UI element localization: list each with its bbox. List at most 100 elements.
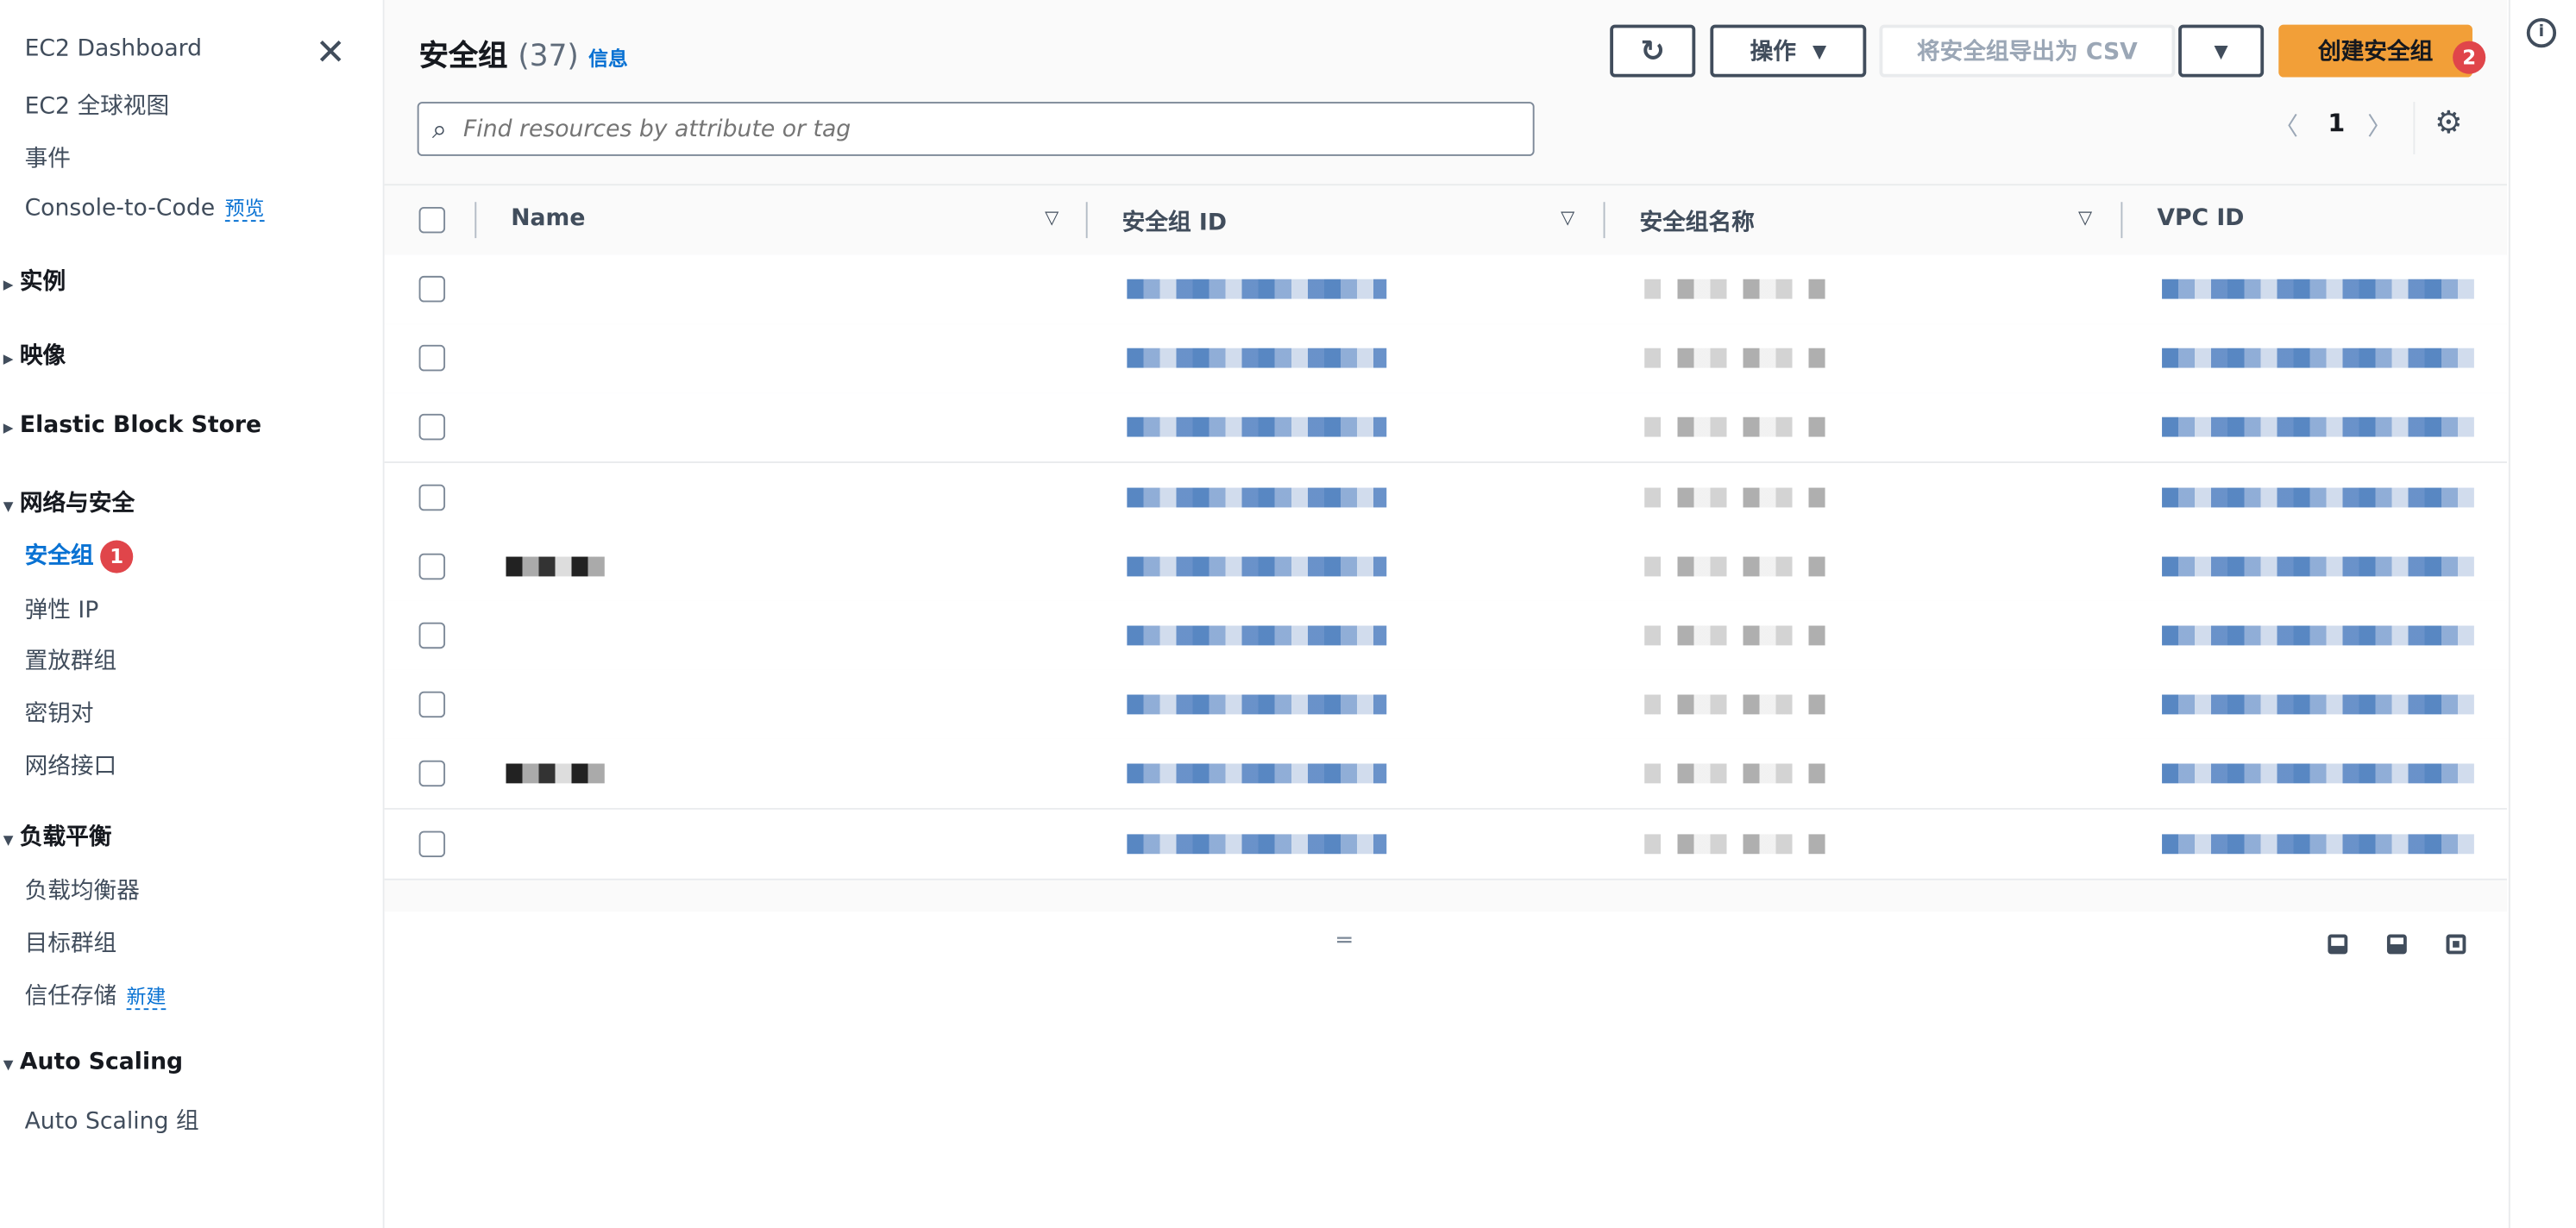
column-name[interactable]: Name xyxy=(511,205,585,231)
create-security-group-button[interactable]: 创建安全组 xyxy=(2278,24,2472,78)
sidebar-item-events[interactable]: 事件 xyxy=(25,141,71,174)
column-security-group-id[interactable]: 安全组 ID xyxy=(1122,205,1227,238)
redacted-cell xyxy=(1127,417,1387,438)
redacted-cell xyxy=(506,764,605,785)
column-security-group-name[interactable]: 安全组名称 xyxy=(1639,205,1754,238)
sort-icon[interactable]: ▽ xyxy=(2078,207,2092,229)
redacted-cell xyxy=(2162,764,2474,785)
redacted-cell xyxy=(1644,486,1825,507)
redacted-cell xyxy=(2162,417,2474,438)
search-field[interactable]: ⌕ xyxy=(417,102,1535,156)
table-row[interactable] xyxy=(384,600,2507,672)
sidebar-item-console-to-code[interactable]: Console-to-Code 预览 xyxy=(25,194,265,222)
step-badge: 1 xyxy=(100,540,134,573)
refresh-button[interactable]: ↻ xyxy=(1610,24,1696,78)
row-checkbox[interactable] xyxy=(418,830,446,857)
select-all-checkbox[interactable] xyxy=(418,206,446,234)
preview-tag[interactable]: 预览 xyxy=(224,197,265,222)
table-header: Name ▽ 安全组 ID ▽ 安全组名称 ▽ VPC ID xyxy=(384,184,2507,257)
caret-right-icon: ▶ xyxy=(3,277,14,292)
prev-page-icon[interactable]: 〈 xyxy=(2274,109,2299,143)
row-checkbox[interactable] xyxy=(418,483,446,511)
sidebar-item-ec2-global-view[interactable]: EC2 全球视图 xyxy=(25,89,170,122)
sidebar-item-load-balancers[interactable]: 负载均衡器 xyxy=(25,874,140,906)
redacted-cell xyxy=(1644,694,1825,715)
label: 实例 xyxy=(19,269,66,296)
table-row[interactable] xyxy=(384,323,2507,395)
divider xyxy=(2120,202,2123,239)
redacted-cell xyxy=(2162,348,2474,368)
table-row[interactable] xyxy=(384,392,2507,464)
sidebar-item-network-interfaces[interactable]: 网络接口 xyxy=(25,749,117,781)
row-checkbox[interactable] xyxy=(418,553,446,580)
section-instances[interactable]: ▶ 实例 xyxy=(3,265,66,298)
sidebar: ✕ EC2 Dashboard EC2 全球视图 事件 Console-to-C… xyxy=(0,0,385,1228)
row-checkbox[interactable] xyxy=(418,414,446,442)
redacted-cell xyxy=(2162,486,2474,507)
sidebar-item-target-groups[interactable]: 目标群组 xyxy=(25,926,117,959)
redacted-cell xyxy=(1644,625,1825,646)
table-row[interactable] xyxy=(384,462,2507,534)
split-half-icon[interactable] xyxy=(2386,934,2407,955)
table-row[interactable] xyxy=(384,739,2507,811)
row-checkbox[interactable] xyxy=(418,761,446,787)
label: 网络与安全 xyxy=(19,491,135,517)
caret-down-icon: ▼ xyxy=(1812,40,1827,62)
detail-panel: ═ xyxy=(384,911,2507,1228)
count: (37) xyxy=(518,39,579,74)
sidebar-item-ec2-dashboard[interactable]: EC2 Dashboard xyxy=(25,36,203,62)
sidebar-item-key-pairs[interactable]: 密钥对 xyxy=(25,696,94,729)
title-text: 安全组 xyxy=(418,39,508,74)
split-bottom-icon[interactable] xyxy=(2328,934,2348,955)
search-input[interactable] xyxy=(460,114,1533,144)
row-checkbox[interactable] xyxy=(418,345,446,372)
sidebar-item-elastic-ip[interactable]: 弹性 IP xyxy=(25,592,99,625)
table-row[interactable] xyxy=(384,254,2507,326)
table-row[interactable] xyxy=(384,670,2507,742)
column-vpc-id[interactable]: VPC ID xyxy=(2157,205,2244,231)
sidebar-item-security-groups[interactable]: 安全组 1 xyxy=(25,539,134,573)
redacted-cell xyxy=(2162,833,2474,854)
table-row[interactable] xyxy=(384,531,2507,603)
new-tag[interactable]: 新建 xyxy=(126,985,166,1011)
redacted-cell xyxy=(2162,279,2474,299)
redacted-cell xyxy=(1127,833,1387,854)
section-auto-scaling[interactable]: ▼ Auto Scaling xyxy=(3,1049,183,1075)
export-csv-button[interactable]: 将安全组导出为 CSV xyxy=(1879,24,2176,78)
sort-icon[interactable]: ▽ xyxy=(1561,207,1574,229)
info-link[interactable]: 信息 xyxy=(588,47,628,71)
table-row[interactable] xyxy=(384,809,2507,880)
split-full-icon[interactable] xyxy=(2446,934,2466,955)
label: 操作 xyxy=(1750,39,1796,66)
sidebar-item-placement-groups[interactable]: 置放群组 xyxy=(25,643,117,676)
next-page-icon[interactable]: 〉 xyxy=(2367,109,2392,143)
row-checkbox[interactable] xyxy=(418,622,446,649)
redacted-cell xyxy=(2162,694,2474,715)
page-number[interactable]: 1 xyxy=(2328,109,2345,138)
label: Elastic Block Store xyxy=(19,411,262,439)
row-checkbox[interactable] xyxy=(418,692,446,718)
redacted-cell xyxy=(1644,764,1825,785)
actions-button[interactable]: 操作 ▼ xyxy=(1710,24,1867,78)
gear-icon[interactable]: ⚙ xyxy=(2435,105,2462,141)
label: 信任存储 xyxy=(24,983,117,1011)
section-images[interactable]: ▶ 映像 xyxy=(3,338,66,371)
close-icon[interactable]: ✕ xyxy=(316,33,346,74)
redacted-cell xyxy=(1127,348,1387,368)
section-network-security[interactable]: ▼ 网络与安全 xyxy=(3,486,135,519)
resize-handle-icon[interactable]: ═ xyxy=(1337,928,1351,954)
sort-icon[interactable]: ▽ xyxy=(1045,207,1059,229)
section-ebs[interactable]: ▶ Elastic Block Store xyxy=(3,412,261,438)
redacted-cell xyxy=(1644,348,1825,368)
export-dropdown-button[interactable]: ▼ xyxy=(2178,24,2265,78)
redacted-cell xyxy=(1644,417,1825,438)
redacted-cell xyxy=(1127,556,1387,577)
info-icon[interactable]: i xyxy=(2526,17,2557,48)
sidebar-item-auto-scaling-groups[interactable]: Auto Scaling 组 xyxy=(25,1104,199,1137)
row-checkbox[interactable] xyxy=(418,275,446,303)
divider xyxy=(2413,102,2416,155)
search-icon: ⌕ xyxy=(431,112,447,144)
redacted-cell xyxy=(2162,625,2474,646)
section-load-balancing[interactable]: ▼ 负载平衡 xyxy=(3,819,112,852)
sidebar-item-trust-stores[interactable]: 信任存储 新建 xyxy=(25,979,166,1012)
